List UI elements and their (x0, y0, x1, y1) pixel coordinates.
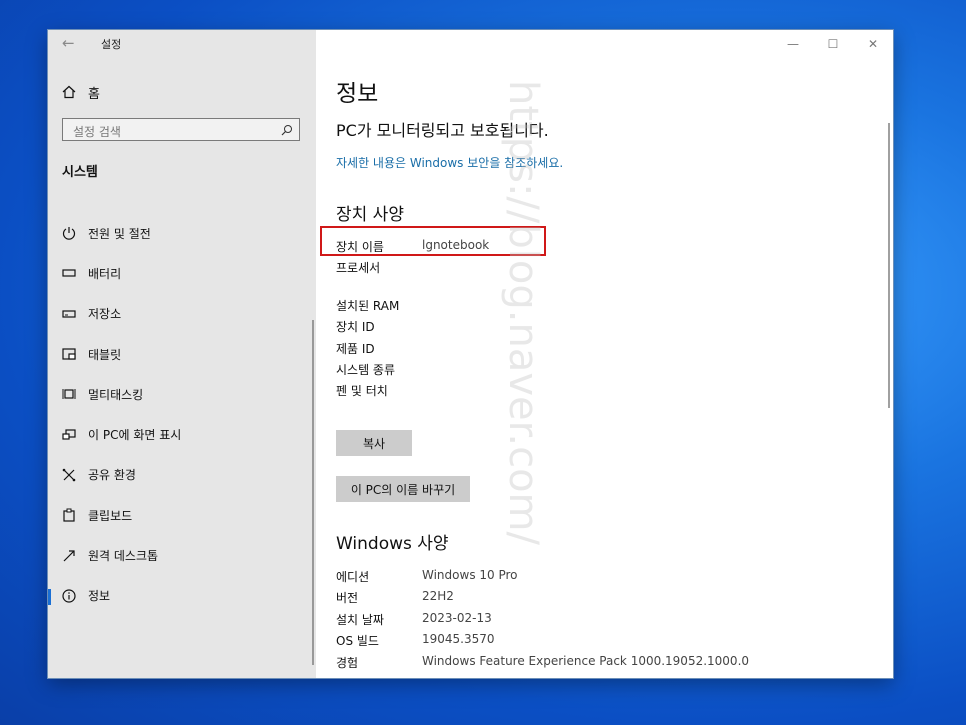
spec-key: 버전 (336, 591, 359, 605)
sidebar-item-remote-desktop[interactable]: 원격 데스크톱 (48, 535, 316, 575)
sidebar-item-power[interactable]: 전원 및 절전 (48, 213, 316, 253)
spec-row-processor: 프로세서 (336, 259, 422, 279)
spec-row-product-id: 제품 ID (336, 340, 422, 360)
sidebar-item-label: 배터리 (88, 266, 122, 281)
sidebar-item-label: 클립보드 (88, 508, 133, 523)
copy-button[interactable]: 복사 (336, 430, 412, 456)
spec-row-experience: 경험 Windows Feature Experience Pack 1000.1… (336, 654, 749, 674)
spec-value: 19045.3570 (422, 632, 495, 646)
title-bar: ← 설정 (48, 30, 316, 58)
home-label: 홈 (88, 86, 100, 102)
search-placeholder: 설정 검색 (73, 125, 121, 139)
spec-row-version: 버전 22H2 (336, 589, 454, 609)
sidebar-item-shared[interactable]: 공유 환경 (48, 455, 316, 495)
spec-key: 프로세서 (336, 261, 381, 275)
spec-value: Windows 10 Pro (422, 568, 518, 582)
search-icon (281, 125, 292, 136)
spec-key: 장치 ID (336, 320, 375, 334)
sidebar-scrollbar[interactable] (312, 320, 314, 665)
spec-row-pen-touch: 펜 및 터치 (336, 382, 422, 402)
spec-row-install-date: 설치 날짜 2023-02-13 (336, 611, 492, 631)
window-title: 설정 (101, 38, 122, 51)
spec-row-device-id: 장치 ID (336, 318, 422, 338)
spec-row-system-type: 시스템 종류 (336, 361, 422, 381)
rename-pc-button[interactable]: 이 PC의 이름 바꾸기 (336, 476, 470, 502)
spec-row-ram: 설치된 RAM (336, 297, 422, 317)
multitasking-icon (62, 387, 76, 401)
spec-key: 펜 및 터치 (336, 384, 388, 398)
watermark: https://blog.naver.com/ (500, 80, 546, 545)
spec-key: 경험 (336, 656, 359, 670)
spec-row-os-build: OS 빌드 19045.3570 (336, 632, 495, 652)
power-icon (62, 226, 76, 240)
main-content: 정보 PC가 모니터링되고 보호됩니다. 자세한 내용은 Windows 보안을… (336, 30, 881, 678)
sidebar-item-about[interactable]: 정보 (48, 576, 316, 616)
spec-key: 시스템 종류 (336, 363, 396, 377)
sidebar-item-clipboard[interactable]: 클립보드 (48, 495, 316, 535)
sidebar-item-label: 정보 (88, 589, 111, 604)
spec-row-edition: 에디션 Windows 10 Pro (336, 568, 518, 588)
spec-key: 제품 ID (336, 342, 375, 356)
spec-key: 설치된 RAM (336, 299, 400, 313)
sidebar-item-label: 전원 및 절전 (88, 226, 151, 241)
section-title: 시스템 (62, 165, 98, 180)
spec-key: OS 빌드 (336, 634, 379, 648)
sidebar-item-label: 원격 데스크톱 (88, 549, 159, 564)
sidebar-item-project[interactable]: 이 PC에 화면 표시 (48, 414, 316, 454)
sidebar-item-multitasking[interactable]: 멀티태스킹 (48, 374, 316, 414)
settings-window: ← 설정 홈 설정 검색 시스템 전원 및 절전 배터리 저장소 태블릿 멀티태… (48, 30, 893, 678)
info-icon (62, 589, 76, 603)
device-specs-heading: 장치 사양 (336, 205, 404, 225)
sidebar-item-label: 공유 환경 (88, 468, 136, 483)
home-icon (62, 85, 76, 99)
sidebar-nav: 전원 및 절전 배터리 저장소 태블릿 멀티태스킹 이 PC에 화면 표시 공유… (48, 213, 316, 616)
search-input[interactable]: 설정 검색 (62, 118, 300, 141)
spec-key: 설치 날짜 (336, 613, 384, 627)
sidebar-item-storage[interactable]: 저장소 (48, 294, 316, 334)
tablet-icon (62, 347, 76, 361)
spec-key: 에디션 (336, 570, 370, 584)
sidebar-item-tablet[interactable]: 태블릿 (48, 334, 316, 374)
sidebar-item-label: 이 PC에 화면 표시 (88, 428, 182, 443)
back-arrow-icon[interactable]: ← (62, 34, 75, 52)
clipboard-icon (62, 508, 76, 522)
sidebar-item-battery[interactable]: 배터리 (48, 253, 316, 293)
sidebar-item-label: 멀티태스킹 (88, 387, 144, 402)
windows-specs-heading: Windows 사양 (336, 534, 449, 554)
sidebar-item-label: 태블릿 (88, 347, 122, 362)
project-icon (62, 428, 76, 442)
spec-value: Windows Feature Experience Pack 1000.190… (422, 654, 750, 668)
spec-value: 22H2 (422, 589, 454, 603)
storage-icon (62, 307, 76, 321)
battery-icon (62, 266, 76, 280)
content-scrollbar[interactable] (888, 123, 890, 408)
spec-value: 2023-02-13 (422, 611, 492, 625)
sidebar: ← 설정 홈 설정 검색 시스템 전원 및 절전 배터리 저장소 태블릿 멀티태… (48, 30, 316, 678)
page-title: 정보 (336, 81, 379, 107)
home-nav-item[interactable]: 홈 (62, 82, 100, 102)
sidebar-item-label: 저장소 (88, 307, 122, 322)
shared-experience-icon (62, 468, 76, 482)
remote-desktop-icon (62, 549, 76, 563)
